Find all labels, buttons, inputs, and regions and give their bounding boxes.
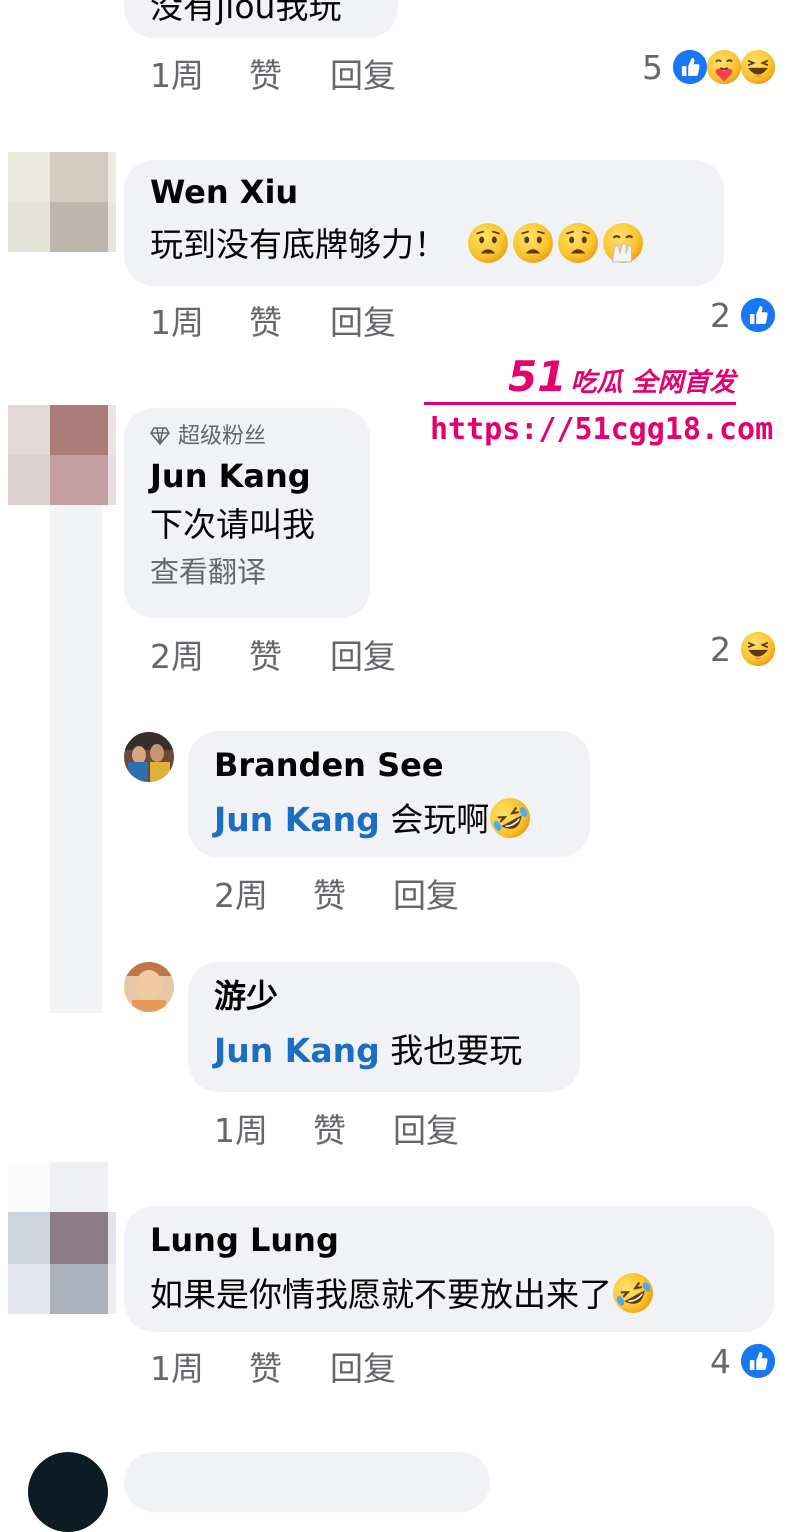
avatar[interactable] [8, 152, 116, 252]
avatar[interactable] [8, 1162, 116, 1314]
comment-bubble: 超级粉丝 Jun Kang 下次请叫我 查看翻译 [124, 408, 370, 618]
reply-bubble: 游少 Jun Kang 我也要玩 [188, 962, 580, 1092]
comment-author[interactable]: Jun Kang [150, 456, 344, 496]
avatar[interactable] [28, 1452, 108, 1532]
reply-text: Jun Kang 会玩啊 [214, 797, 564, 841]
reply-text-content: 我也要玩 [390, 1031, 523, 1070]
mention-link[interactable]: Jun Kang [214, 800, 380, 839]
reply-author[interactable]: Branden See [214, 745, 564, 785]
reply-thread-line [50, 505, 102, 1013]
comment-text: 没有jiou我玩 [150, 0, 342, 26]
like-reaction-icon [740, 297, 776, 333]
haha-reaction-icon [740, 631, 776, 667]
reply-text-content: 会玩啊 [390, 800, 490, 839]
watermark-divider [424, 402, 736, 405]
comment-time[interactable]: 1周 [150, 1349, 204, 1389]
like-reaction-icon [672, 49, 708, 85]
reply-text: Jun Kang 我也要玩 [214, 1030, 554, 1072]
worried-face-icon [467, 222, 509, 264]
reply-author[interactable]: 游少 [214, 976, 554, 1016]
watermark: 51 吃瓜 全网首发 https://51cgg18.com [424, 352, 773, 452]
reply-button[interactable]: 回复 [393, 1111, 459, 1151]
rolling-on-floor-laughing-icon [612, 1272, 654, 1314]
watermark-brand-text: 吃瓜 全网首发 [570, 368, 736, 398]
comment-author[interactable]: Wen Xiu [150, 172, 698, 212]
comment-bubble: Lung Lung 如果是你情我愿就不要放出来了 [124, 1206, 774, 1332]
comment-time[interactable]: 1周 [150, 56, 204, 96]
like-reaction-icon [740, 1343, 776, 1379]
like-button[interactable]: 赞 [249, 637, 282, 677]
comment-text: 玩到没有底牌够力！ [150, 222, 698, 266]
reply-button[interactable]: 回复 [393, 876, 459, 916]
comment-bubble: 没有jiou我玩 [124, 0, 398, 38]
haha-reaction-icon [740, 49, 776, 85]
reply-button[interactable]: 回复 [330, 637, 396, 677]
reply-time[interactable]: 1周 [214, 1111, 268, 1151]
avatar[interactable] [124, 962, 174, 1012]
comment-text: 如果是你情我愿就不要放出来了 [150, 1272, 748, 1316]
comment-text-content: 如果是你情我愿就不要放出来了 [150, 1275, 612, 1314]
like-button[interactable]: 赞 [249, 56, 282, 96]
watermark-url: https://51cgg18.com [430, 412, 774, 447]
reaction-count[interactable]: 2 [710, 630, 731, 670]
comment-time[interactable]: 2周 [150, 637, 204, 677]
mention-link[interactable]: Jun Kang [214, 1031, 380, 1070]
comment-bubble: Wen Xiu 玩到没有底牌够力！ [124, 160, 724, 286]
reaction-count[interactable]: 5 [642, 48, 663, 88]
comment-author[interactable]: Lung Lung [150, 1220, 748, 1260]
rolling-on-floor-laughing-icon [489, 797, 531, 839]
reaction-count[interactable]: 2 [710, 296, 731, 336]
reply-time[interactable]: 2周 [214, 876, 268, 916]
avatar[interactable] [124, 732, 174, 782]
reaction-count[interactable]: 4 [710, 1342, 731, 1382]
comment-time[interactable]: 1周 [150, 303, 204, 343]
comment-bubble [124, 1452, 490, 1512]
comment-text-content: 玩到没有底牌够力！ [150, 225, 447, 264]
watermark-brand-number: 51 [508, 352, 567, 401]
like-button[interactable]: 赞 [313, 1111, 346, 1151]
like-button[interactable]: 赞 [313, 876, 346, 916]
fan-badge: 超级粉丝 [150, 422, 344, 452]
worried-face-icon [512, 222, 554, 264]
reply-button[interactable]: 回复 [330, 56, 396, 96]
reply-bubble: Branden See Jun Kang 会玩啊 [188, 731, 590, 857]
comment-text: 下次请叫我 [150, 505, 315, 544]
care-reaction-icon [706, 49, 742, 85]
worried-face-icon [557, 222, 599, 264]
reply-button[interactable]: 回复 [330, 1349, 396, 1389]
face-with-hand-over-mouth-icon [602, 222, 644, 264]
like-button[interactable]: 赞 [249, 1349, 282, 1389]
diamond-icon [150, 427, 170, 446]
fan-badge-label: 超级粉丝 [178, 424, 267, 449]
like-button[interactable]: 赞 [249, 303, 282, 343]
see-translation-link[interactable]: 查看翻译 [150, 552, 344, 592]
reply-button[interactable]: 回复 [330, 303, 396, 343]
watermark-brand: 51 吃瓜 全网首发 [508, 352, 736, 401]
avatar[interactable] [8, 405, 116, 505]
